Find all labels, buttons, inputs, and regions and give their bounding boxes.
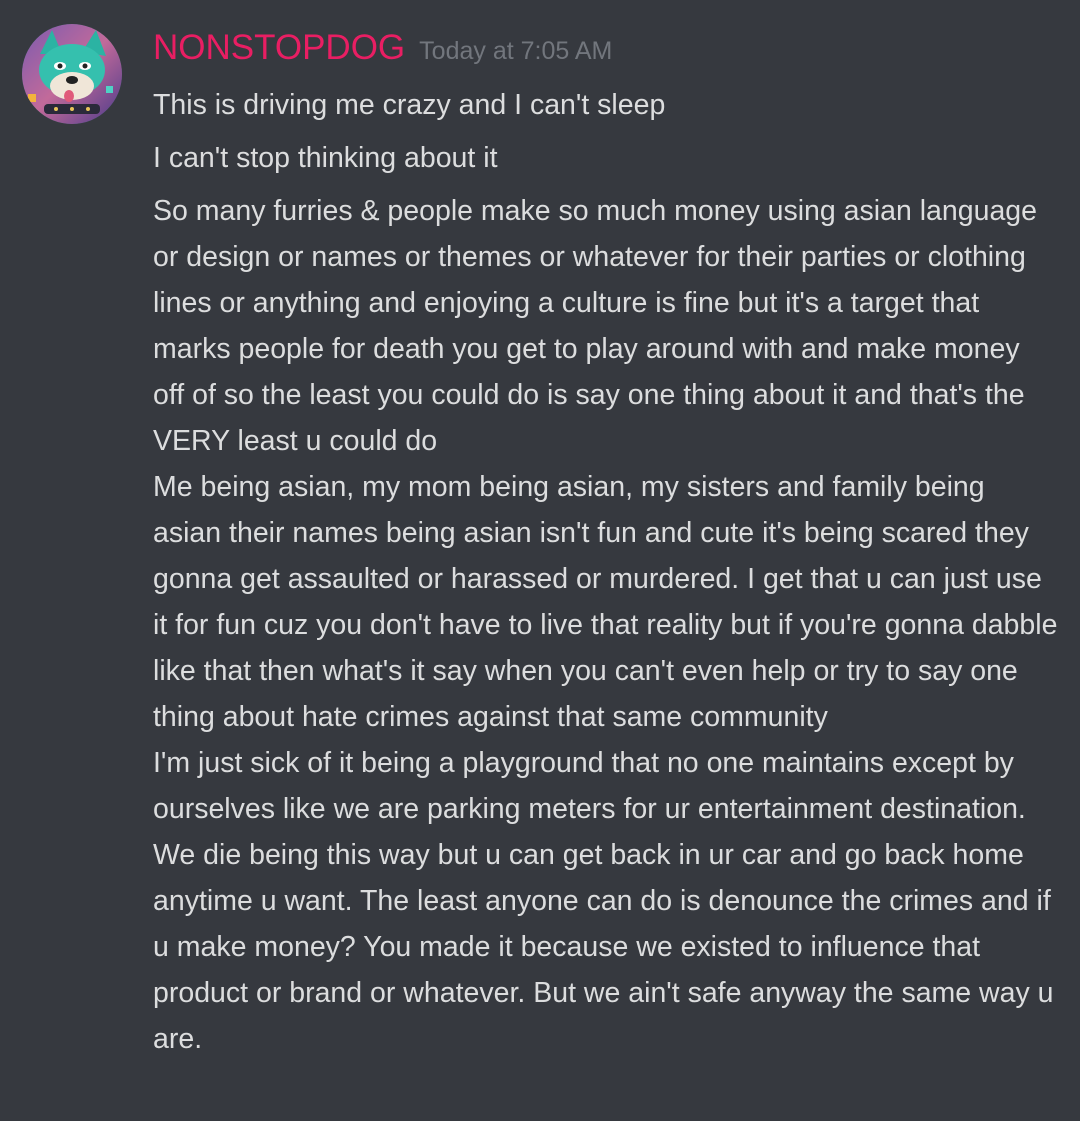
message-text: Me being asian, my mom being asian, my s… (153, 471, 1058, 733)
timestamp[interactable]: Today at 7:05 AM (419, 37, 612, 66)
username[interactable]: NONSTOPDOG (153, 28, 405, 68)
message-list: This is driving me crazy and I can't sle… (153, 82, 1058, 1062)
message-text: This is driving me crazy and I can't sle… (153, 89, 666, 121)
chat-message-group: NONSTOPDOG Today at 7:05 AM This is driv… (0, 0, 1080, 1121)
wolf-avatar-icon (22, 24, 122, 124)
message-text: I can't stop thinking about it (153, 142, 498, 174)
message-text: So many furries & people make so much mo… (153, 195, 1038, 457)
message-header: NONSTOPDOG Today at 7:05 AM (153, 28, 612, 72)
avatar[interactable] (22, 24, 122, 124)
message-text: I'm just sick of it being a playground t… (153, 747, 1054, 1055)
